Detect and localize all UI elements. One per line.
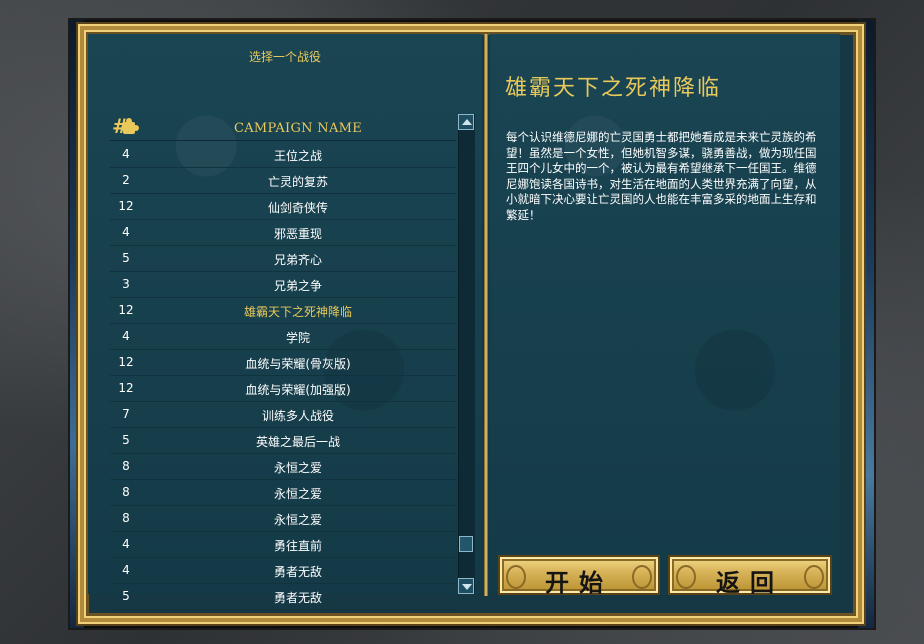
campaign-player-count: 5 xyxy=(122,251,130,265)
start-button[interactable]: 开始 xyxy=(498,555,660,597)
campaign-player-count: 8 xyxy=(122,459,130,473)
campaign-row[interactable]: 5 勇者无敌 xyxy=(110,584,456,610)
campaign-player-count: 12 xyxy=(118,355,134,369)
campaign-row[interactable]: 12 血统与荣耀(加强版) xyxy=(110,376,456,402)
campaign-row[interactable]: 7 训练多人战役 xyxy=(110,402,456,428)
arrow-up-icon xyxy=(462,119,472,125)
campaign-player-count: 4 xyxy=(122,563,130,577)
campaign-name: 血统与荣耀(加强版) xyxy=(245,383,351,397)
campaign-description: 每个认识维德尼娜的亡灵国勇士都把她看成是未来亡灵族的希望！虽然是一个女性，但她机… xyxy=(506,130,817,222)
start-button-label: 开始 xyxy=(545,568,613,597)
campaign-name: 勇者无敌 xyxy=(273,565,322,579)
campaign-player-count: 12 xyxy=(118,303,134,317)
campaign-name: 兄弟齐心 xyxy=(273,253,322,267)
ornament-icon xyxy=(632,565,652,589)
campaign-row[interactable]: 3 兄弟之争 xyxy=(110,272,456,298)
select-campaign-title: 选择一个战役 xyxy=(248,50,321,64)
campaign-row[interactable]: 4 勇往直前 xyxy=(110,532,456,558)
campaign-row[interactable]: 5 兄弟齐心 xyxy=(110,246,456,272)
campaign-player-count: 7 xyxy=(122,407,130,421)
campaign-row[interactable]: 4 邪恶重现 xyxy=(110,220,456,246)
campaign-player-count: 4 xyxy=(122,147,130,161)
campaign-player-count: 5 xyxy=(122,433,130,447)
campaign-row[interactable]: 8 永恒之爱 xyxy=(110,506,456,532)
campaign-name: 仙剑奇侠传 xyxy=(267,201,328,215)
campaign-row[interactable]: 8 永恒之爱 xyxy=(110,454,456,480)
campaign-player-count: 4 xyxy=(122,537,130,551)
campaign-name: 兄弟之争 xyxy=(273,279,322,293)
campaign-player-count: 8 xyxy=(122,511,130,525)
scroll-down-button[interactable] xyxy=(458,578,474,594)
list-scrollbar[interactable] xyxy=(458,114,475,594)
back-button[interactable]: 返回 xyxy=(668,555,832,597)
campaign-row[interactable]: 5 英雄之最后一战 xyxy=(110,428,456,454)
campaign-row[interactable]: 4 王位之战 xyxy=(110,142,456,168)
campaign-row[interactable]: 12 血统与荣耀(骨灰版) xyxy=(110,350,456,376)
campaign-name: 学院 xyxy=(285,331,310,345)
campaign-row[interactable]: 8 永恒之爱 xyxy=(110,480,456,506)
campaign-name: 训练多人战役 xyxy=(261,409,334,423)
campaign-row[interactable]: 4 勇者无敌 xyxy=(110,558,456,584)
campaign-player-count: 2 xyxy=(122,173,130,187)
ornament-icon xyxy=(676,565,696,589)
scroll-thumb[interactable] xyxy=(459,536,473,552)
campaign-name: 王位之战 xyxy=(273,149,322,163)
panel-divider xyxy=(484,34,488,596)
campaign-row[interactable]: 2 亡灵的复苏 xyxy=(110,168,456,194)
ornament-icon xyxy=(506,565,526,589)
campaign-player-count: 3 xyxy=(122,277,130,291)
campaign-row[interactable]: 12 仙剑奇侠传 xyxy=(110,194,456,220)
campaign-title: 雄霸天下之死神降临 xyxy=(505,76,722,101)
campaign-player-count: 4 xyxy=(122,225,130,239)
campaign-name: 亡灵的复苏 xyxy=(267,175,328,189)
back-button-label: 返回 xyxy=(716,568,784,597)
campaign-player-count: 4 xyxy=(122,329,130,343)
campaign-name: 血统与荣耀(骨灰版) xyxy=(245,357,351,371)
arrow-down-icon xyxy=(462,584,472,590)
campaign-name: 永恒之爱 xyxy=(273,513,322,527)
campaign-player-count: 5 xyxy=(122,589,130,603)
campaign-name-header[interactable]: CAMPAIGN NAME xyxy=(140,121,456,136)
scroll-up-button[interactable] xyxy=(458,114,474,130)
campaign-list: 4 王位之战 2 亡灵的复苏 12 仙剑奇侠传 4 邪恶重现 5 兄弟齐心 3 兄弟之争 12 雄霸天下之… xyxy=(110,142,456,610)
campaign-row[interactable]: 4 学院 xyxy=(110,324,456,350)
campaign-name: 邪恶重现 xyxy=(273,227,322,241)
campaign-name: 勇者无敌 xyxy=(273,591,322,605)
campaign-detail-panel xyxy=(490,34,840,594)
campaign-name: 勇往直前 xyxy=(273,539,322,553)
campaign-player-count: 12 xyxy=(118,381,134,395)
campaign-player-count: 8 xyxy=(122,485,130,499)
campaign-name: 英雄之最后一战 xyxy=(255,435,340,449)
campaign-name: 永恒之爱 xyxy=(273,487,322,501)
campaign-name: 雄霸天下之死神降临 xyxy=(243,305,352,319)
campaign-name: 永恒之爱 xyxy=(273,461,322,475)
ornament-icon xyxy=(804,565,824,589)
number-puzzle-icon[interactable]: # xyxy=(110,114,139,140)
campaign-player-count: 12 xyxy=(118,199,134,213)
campaign-row[interactable]: 12 雄霸天下之死神降临 xyxy=(110,298,456,324)
